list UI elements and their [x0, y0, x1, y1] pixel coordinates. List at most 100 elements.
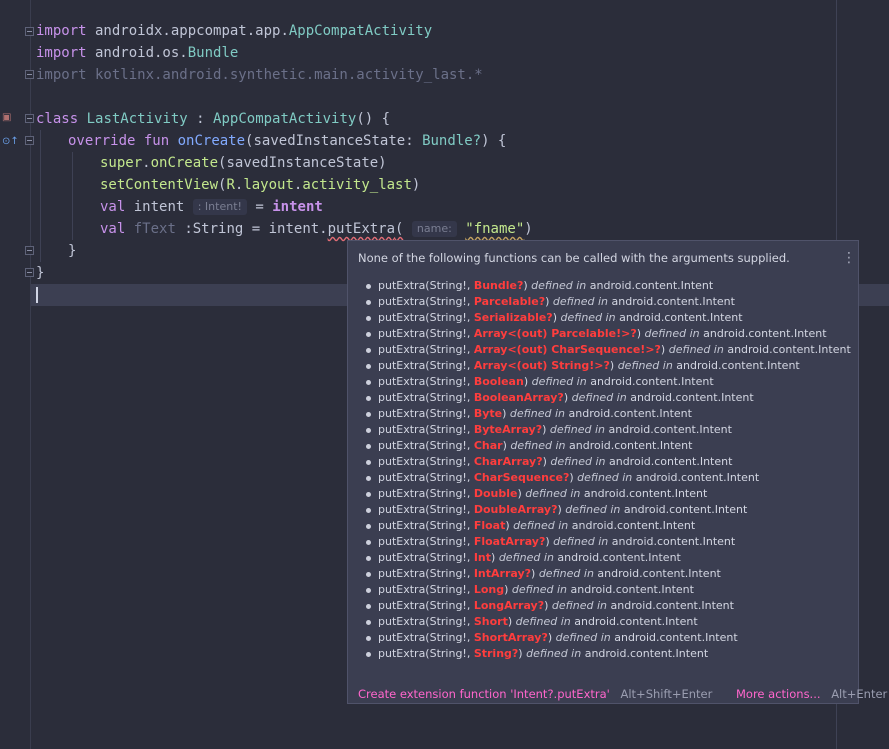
fold-marker-class[interactable] — [25, 114, 34, 123]
package-name: android.content.Intent — [630, 391, 754, 404]
defined-in-label: defined in — [551, 599, 608, 612]
defined-in-label: defined in — [549, 423, 606, 436]
create-extension-function-link[interactable]: Create extension function 'Intent?.putEx… — [358, 687, 610, 701]
overload-prefix: putExtra(String!, — [378, 599, 474, 612]
resource-class: R — [226, 177, 235, 193]
params: (savedInstanceState: — [245, 133, 423, 149]
args: (savedInstanceState) — [218, 155, 387, 171]
mismatched-param-type: DoubleArray? — [473, 503, 558, 516]
more-actions-link[interactable]: More actions... — [736, 687, 821, 701]
mismatched-param-type: CharArray? — [473, 455, 543, 468]
paren: ) — [544, 599, 552, 612]
fold-marker-class-end[interactable] — [25, 268, 34, 277]
paren: ) — [545, 535, 554, 548]
punctuation: ) — [411, 177, 421, 193]
defined-in-label: defined in — [571, 391, 627, 404]
more-options-icon[interactable]: ⋮ — [842, 250, 856, 266]
mismatched-param-type: String? — [473, 647, 519, 660]
package-name: android.content.Intent — [635, 471, 760, 484]
param-name-hint: name: — [411, 221, 457, 237]
defined-in-label: defined in — [550, 455, 606, 468]
error-call[interactable]: putExtra — [328, 221, 395, 237]
overload-item: putExtra(String!, Array<(out) String!>?)… — [365, 358, 851, 374]
overload-prefix: putExtra(String!, — [378, 311, 474, 324]
package-name: android.content.Intent — [597, 567, 721, 580]
type-inlay-hint: : Intent! — [192, 199, 247, 215]
defined-in-label: defined in — [565, 503, 621, 516]
paren: ) — [542, 423, 550, 436]
indent-guide — [72, 152, 73, 240]
code-line-6: override fun onCreate(savedInstanceState… — [68, 130, 506, 152]
parent-class: AppCompatActivity — [213, 111, 357, 127]
mismatched-param-type: Array<(out) String!>? — [473, 359, 610, 372]
unused-variable: fText — [133, 221, 176, 237]
paren: ) — [505, 519, 514, 532]
punctuation: () { — [356, 111, 391, 127]
code-line-10: val fText :String = intent.putExtra( nam… — [100, 218, 533, 240]
mismatched-param-type: Boolean — [473, 375, 524, 388]
fold-marker-imports[interactable] — [25, 27, 34, 36]
package-name: android.content.Intent — [583, 487, 708, 500]
package-name: android.content.Intent — [727, 343, 851, 356]
resource-type: layout — [243, 177, 294, 193]
package-name: android.content.Intent — [590, 375, 714, 388]
overload-item: putExtra(String!, ShortArray?) defined i… — [365, 630, 851, 646]
overload-list: putExtra(String!, Bundle?) defined in an… — [365, 278, 851, 662]
package-name: android.content.Intent — [619, 311, 743, 324]
keyword: import — [36, 23, 87, 39]
overload-item: putExtra(String!, ByteArray?) defined in… — [365, 422, 851, 438]
code-line-11: } — [68, 240, 76, 262]
punctuation: ) — [524, 221, 533, 237]
overload-item: putExtra(String!, Float) defined in andr… — [365, 518, 851, 534]
keyword: import — [36, 45, 87, 61]
overload-prefix: putExtra(String!, — [378, 279, 474, 292]
package-name: android.content.Intent — [584, 647, 709, 660]
mismatched-param-type: ShortArray? — [473, 631, 548, 644]
overload-prefix: putExtra(String!, — [378, 615, 474, 628]
function-call: onCreate — [150, 155, 219, 171]
operator: = — [246, 199, 273, 215]
overload-prefix: putExtra(String!, — [378, 327, 474, 340]
overload-item: putExtra(String!, BooleanArray?) defined… — [365, 390, 851, 406]
defined-in-label: defined in — [515, 615, 571, 628]
mismatched-param-type: Char — [473, 439, 503, 452]
overload-prefix: putExtra(String!, — [378, 423, 474, 436]
overload-item: putExtra(String!, Byte) defined in andro… — [365, 406, 851, 422]
mismatched-param-type: FloatArray? — [473, 535, 546, 548]
overload-item: putExtra(String!, Int) defined in androi… — [365, 550, 851, 566]
paren: ) — [563, 391, 572, 404]
run-class-icon[interactable]: ▣ — [2, 112, 11, 124]
overload-item: putExtra(String!, DoubleArray?) defined … — [365, 502, 851, 518]
defined-in-label: defined in — [531, 279, 587, 292]
fold-marker-function[interactable] — [25, 136, 34, 145]
overload-prefix: putExtra(String!, — [378, 455, 474, 468]
fold-marker-function-end[interactable] — [25, 246, 34, 255]
overload-prefix: putExtra(String!, — [378, 503, 474, 516]
overload-prefix: putExtra(String!, — [378, 343, 474, 356]
variable-ref: intent — [272, 199, 323, 215]
overload-prefix: putExtra(String!, — [378, 519, 474, 532]
overload-item: putExtra(String!, Parcelable?) defined i… — [365, 294, 851, 310]
package-name: android.content.Intent — [570, 583, 694, 596]
defined-in-label: defined in — [617, 359, 673, 372]
mismatched-param-type: Bundle? — [473, 279, 524, 292]
keyword: val — [100, 221, 126, 237]
more-actions-shortcut: Alt+Enter — [831, 687, 888, 701]
overload-item: putExtra(String!, IntArray?) defined in … — [365, 566, 851, 582]
code-line-12: } — [36, 262, 44, 284]
defined-in-label: defined in — [555, 631, 611, 644]
mismatched-param-type: Float — [473, 519, 506, 532]
string-literal: "fname" — [465, 221, 525, 237]
package-name: android.content.Intent — [608, 455, 733, 468]
paren: ) — [523, 375, 532, 388]
package-name: android.content.Intent — [614, 631, 738, 644]
mismatched-param-type: Double — [473, 487, 518, 500]
mismatched-param-type: Array<(out) Parcelable!>? — [473, 327, 637, 340]
defined-in-label: defined in — [498, 551, 554, 564]
overload-item: putExtra(String!, Boolean) defined in an… — [365, 374, 851, 390]
paren: ) — [518, 647, 527, 660]
override-method-icon[interactable]: ⊙↑ — [2, 136, 19, 148]
punctuation: . — [142, 155, 151, 171]
overload-item: putExtra(String!, Bundle?) defined in an… — [365, 278, 851, 294]
fold-marker-imports-end[interactable] — [25, 70, 34, 79]
